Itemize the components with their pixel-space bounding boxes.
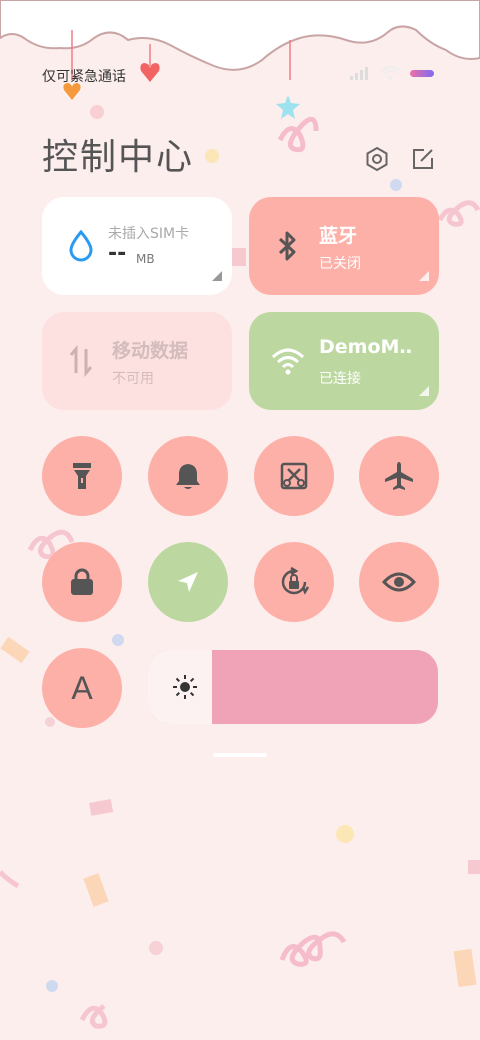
wifi-icon xyxy=(271,344,305,378)
font-size-button[interactable]: A xyxy=(42,648,122,728)
bell-icon xyxy=(176,464,200,489)
flashlight-icon xyxy=(73,463,91,489)
drag-handle[interactable] xyxy=(213,753,267,757)
gear-icon xyxy=(366,146,388,172)
brightness-slider[interactable] xyxy=(148,650,438,724)
bluetooth-icon xyxy=(271,229,305,263)
wifi-tile[interactable]: DemoM‥ 已连接 xyxy=(249,312,439,410)
star-ornament xyxy=(276,95,300,119)
bluetooth-label: 蓝牙 xyxy=(319,225,358,247)
expand-corner-icon xyxy=(212,271,222,281)
emergency-calls-only: 仅可紧急通话 xyxy=(42,69,126,85)
lock-screen-toggle[interactable] xyxy=(42,542,122,622)
sim-status-label: 未插入SIM卡 xyxy=(108,226,190,242)
mobile-data-tile[interactable]: 移动数据 不可用 xyxy=(42,312,232,410)
status-icons xyxy=(350,66,434,80)
wifi-status-icon xyxy=(380,66,400,80)
battery-icon xyxy=(410,69,434,77)
font-letter-label: A xyxy=(71,669,93,706)
silent-toggle[interactable] xyxy=(148,436,228,516)
data-usage-value: -- xyxy=(108,241,127,266)
scissors-icon xyxy=(280,462,308,490)
bluetooth-tile[interactable]: 蓝牙 已关闭 xyxy=(249,197,439,295)
edit-button[interactable] xyxy=(408,144,438,174)
signal-icon xyxy=(350,67,368,80)
wifi-status: 已连接 xyxy=(319,371,361,387)
page-title: 控制中心 xyxy=(42,137,195,178)
location-icon xyxy=(178,572,198,592)
airplane-mode-toggle[interactable] xyxy=(359,436,439,516)
sim-data-tile[interactable]: 未插入SIM卡 -- MB xyxy=(42,197,232,295)
expand-corner-icon xyxy=(419,386,429,396)
expand-corner-icon xyxy=(419,271,429,281)
location-toggle[interactable] xyxy=(148,542,228,622)
flashlight-toggle[interactable] xyxy=(42,436,122,516)
mobile-data-status: 不可用 xyxy=(112,371,154,387)
edit-icon xyxy=(413,149,433,169)
data-usage-unit: MB xyxy=(136,252,155,266)
bluetooth-status: 已关闭 xyxy=(319,256,361,272)
eye-comfort-toggle[interactable] xyxy=(359,542,439,622)
lock-icon xyxy=(71,568,93,595)
rotate-lock-icon xyxy=(281,566,310,595)
wifi-network-name: DemoM‥ xyxy=(319,336,413,358)
water-drop-icon xyxy=(64,229,98,263)
mobile-data-label: 移动数据 xyxy=(112,340,189,362)
rotation-lock-toggle[interactable] xyxy=(254,542,334,622)
eye-icon xyxy=(382,572,416,592)
settings-button[interactable] xyxy=(362,144,392,174)
airplane-icon xyxy=(385,462,413,490)
screenshot-toggle[interactable] xyxy=(254,436,334,516)
sun-icon xyxy=(173,675,197,699)
data-arrows-icon xyxy=(64,344,98,378)
